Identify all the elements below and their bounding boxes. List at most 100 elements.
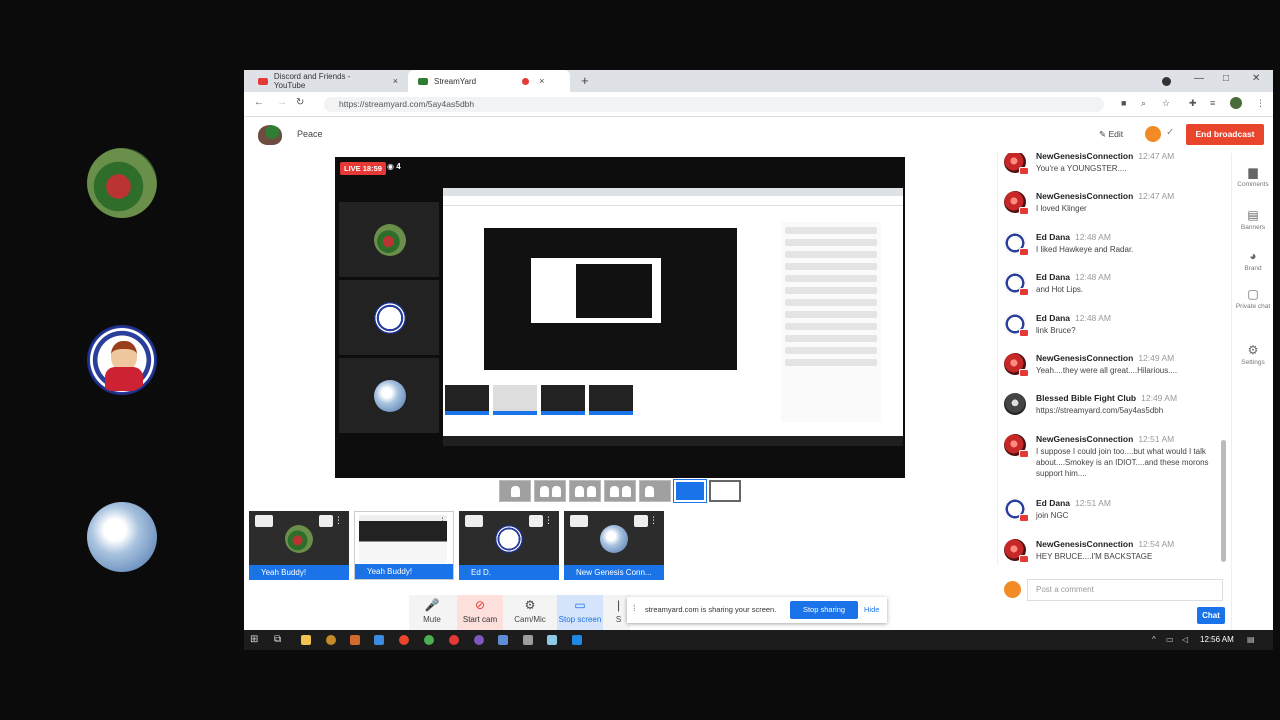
commenter-avatar [1004,539,1029,563]
participant-avatar [495,525,523,553]
tab-youtube[interactable]: Discord and Friends - YouTube × [248,70,408,92]
app-icon[interactable] [326,635,336,645]
broadcast-title[interactable]: Peace [297,129,323,139]
maximize-button[interactable]: □ [1223,73,1229,84]
network-icon[interactable]: ▭ [1166,635,1174,644]
youtube-icon [1019,288,1029,296]
profile-avatar[interactable] [1230,97,1242,109]
comment-author: Ed Dana [1036,498,1071,508]
tray-arrow-icon[interactable]: ^ [1152,635,1156,644]
participant-name: Yeah Buddy! [355,564,453,579]
layout-split-button[interactable] [604,480,636,502]
comment-placeholder: Post a comment [1036,585,1094,594]
layout-solo-button[interactable] [499,480,531,502]
comment-time: 12:48 AM [1075,272,1111,282]
reload-icon[interactable]: ↻ [296,97,304,108]
monitor-icon: ▭ [574,598,586,612]
comments-scrollbar[interactable] [1221,440,1226,562]
youtube-icon [1019,450,1029,458]
commenter-avatar [1004,498,1029,522]
layout-screen-sidebar-button[interactable] [673,479,707,503]
cam-mic-button[interactable]: ⚙ Cam/Mic [507,595,553,630]
app-icon[interactable] [474,635,484,645]
media-control-icon[interactable] [1162,77,1171,86]
mic-icon[interactable] [634,515,648,527]
stop-screen-button[interactable]: ▭ Stop screen [557,595,603,630]
app-icon[interactable] [547,635,557,645]
app-icon[interactable] [350,635,360,645]
hide-button[interactable]: Hide [864,605,879,614]
rail-label: Comments [1237,181,1269,188]
camera-icon[interactable]: ■ [1121,98,1126,108]
task-view-icon[interactable]: ⧉ [274,634,281,645]
opera-icon[interactable] [449,635,459,645]
volume-icon[interactable]: ◁ [1182,635,1188,644]
chrome-icon[interactable] [424,635,434,645]
file-explorer-icon[interactable] [301,635,311,645]
rail-comments[interactable]: ▆ Comments [1232,165,1274,188]
close-tab-icon[interactable]: × [393,76,398,86]
close-window-button[interactable]: ✕ [1252,73,1260,84]
comment-input[interactable]: Post a comment [1027,579,1223,601]
firefox-icon[interactable] [399,635,409,645]
participant-tile-screen[interactable]: ⋮ Yeah Buddy! [354,511,454,580]
mute-button[interactable]: 🎤 Mute [409,595,455,630]
layout-fullscreen-button[interactable] [709,480,741,502]
edit-button[interactable]: ✎ Edit [1099,129,1123,140]
minimize-button[interactable]: — [1194,73,1204,84]
app-icon[interactable] [523,635,533,645]
youtube-icon [1019,207,1029,215]
user-icon [465,515,483,527]
participant-tile[interactable]: ⋮ New Genesis Conn... [564,511,664,580]
youtube-icon [1019,248,1029,256]
new-tab-button[interactable]: + [581,73,589,88]
mic-icon[interactable] [529,515,543,527]
rail-private-chat[interactable]: ▢ Private chat [1232,287,1274,310]
streamyard-icon [418,77,428,85]
back-icon[interactable]: ← [254,97,264,108]
broadcast-stage: LIVE 18:59 ◉ 4 [335,157,905,478]
destination-avatar[interactable] [1145,126,1161,142]
app-icon[interactable] [374,635,384,645]
extensions-icon[interactable]: ✚ [1189,98,1197,109]
end-broadcast-button[interactable]: End broadcast [1186,124,1264,145]
more-label: S [615,615,622,624]
zoom-icon[interactable]: ⌕ [1141,98,1146,109]
participant-tile[interactable]: ⋮ Yeah Buddy! [249,511,349,580]
participant-tile[interactable]: ⋮ Ed D. [459,511,559,580]
outer-participant-avatar-duck [87,148,157,218]
more-options-icon[interactable]: ⋮ [649,515,658,526]
more-options-icon[interactable]: ⋮ [438,516,447,527]
media-list-icon[interactable]: ≡ [1210,98,1215,108]
mic-icon[interactable] [319,515,333,527]
more-options-icon[interactable]: ⋮ [334,515,343,526]
tab-streamyard[interactable]: StreamYard × [408,70,570,92]
rail-brand[interactable]: ◕ Brand [1232,249,1274,272]
close-tab-icon[interactable]: × [539,76,544,86]
system-clock[interactable]: 12:56 AM [1200,635,1234,644]
address-bar: ← → ↻ https://streamyard.com/5ay4as5dbh … [244,92,1273,117]
more-options-icon[interactable]: ⋮ [544,515,553,526]
app-icon[interactable] [498,635,508,645]
drag-handle-icon[interactable]: ⁞ [633,603,636,613]
menu-icon[interactable]: ⋮ [1256,98,1265,109]
star-icon[interactable]: ☆ [1162,98,1170,109]
commenter-avatar [1004,313,1029,337]
stop-sharing-button[interactable]: Stop sharing [790,601,858,619]
comment-time: 12:48 AM [1075,232,1111,242]
start-cam-button[interactable]: ⊘ Start cam [457,595,503,630]
rail-banners[interactable]: ▤ Banners [1232,208,1274,231]
layout-leader-button[interactable] [569,480,601,502]
notifications-icon[interactable]: ▤ [1247,635,1255,644]
chat-button[interactable]: Chat [1197,607,1225,624]
app-icon[interactable] [572,635,582,645]
comment-author: NewGenesisConnection [1036,539,1134,549]
rail-settings[interactable]: ⚙ Settings [1232,343,1274,366]
url-text: https://streamyard.com/5ay4as5dbh [339,99,475,109]
forward-icon[interactable]: → [277,97,287,108]
comment-author: Ed Dana [1036,232,1071,242]
url-field[interactable]: https://streamyard.com/5ay4as5dbh [324,97,1104,112]
layout-sidebar-button[interactable] [639,480,671,502]
layout-group-button[interactable] [534,480,566,502]
windows-start-icon[interactable]: ⊞ [250,634,258,645]
